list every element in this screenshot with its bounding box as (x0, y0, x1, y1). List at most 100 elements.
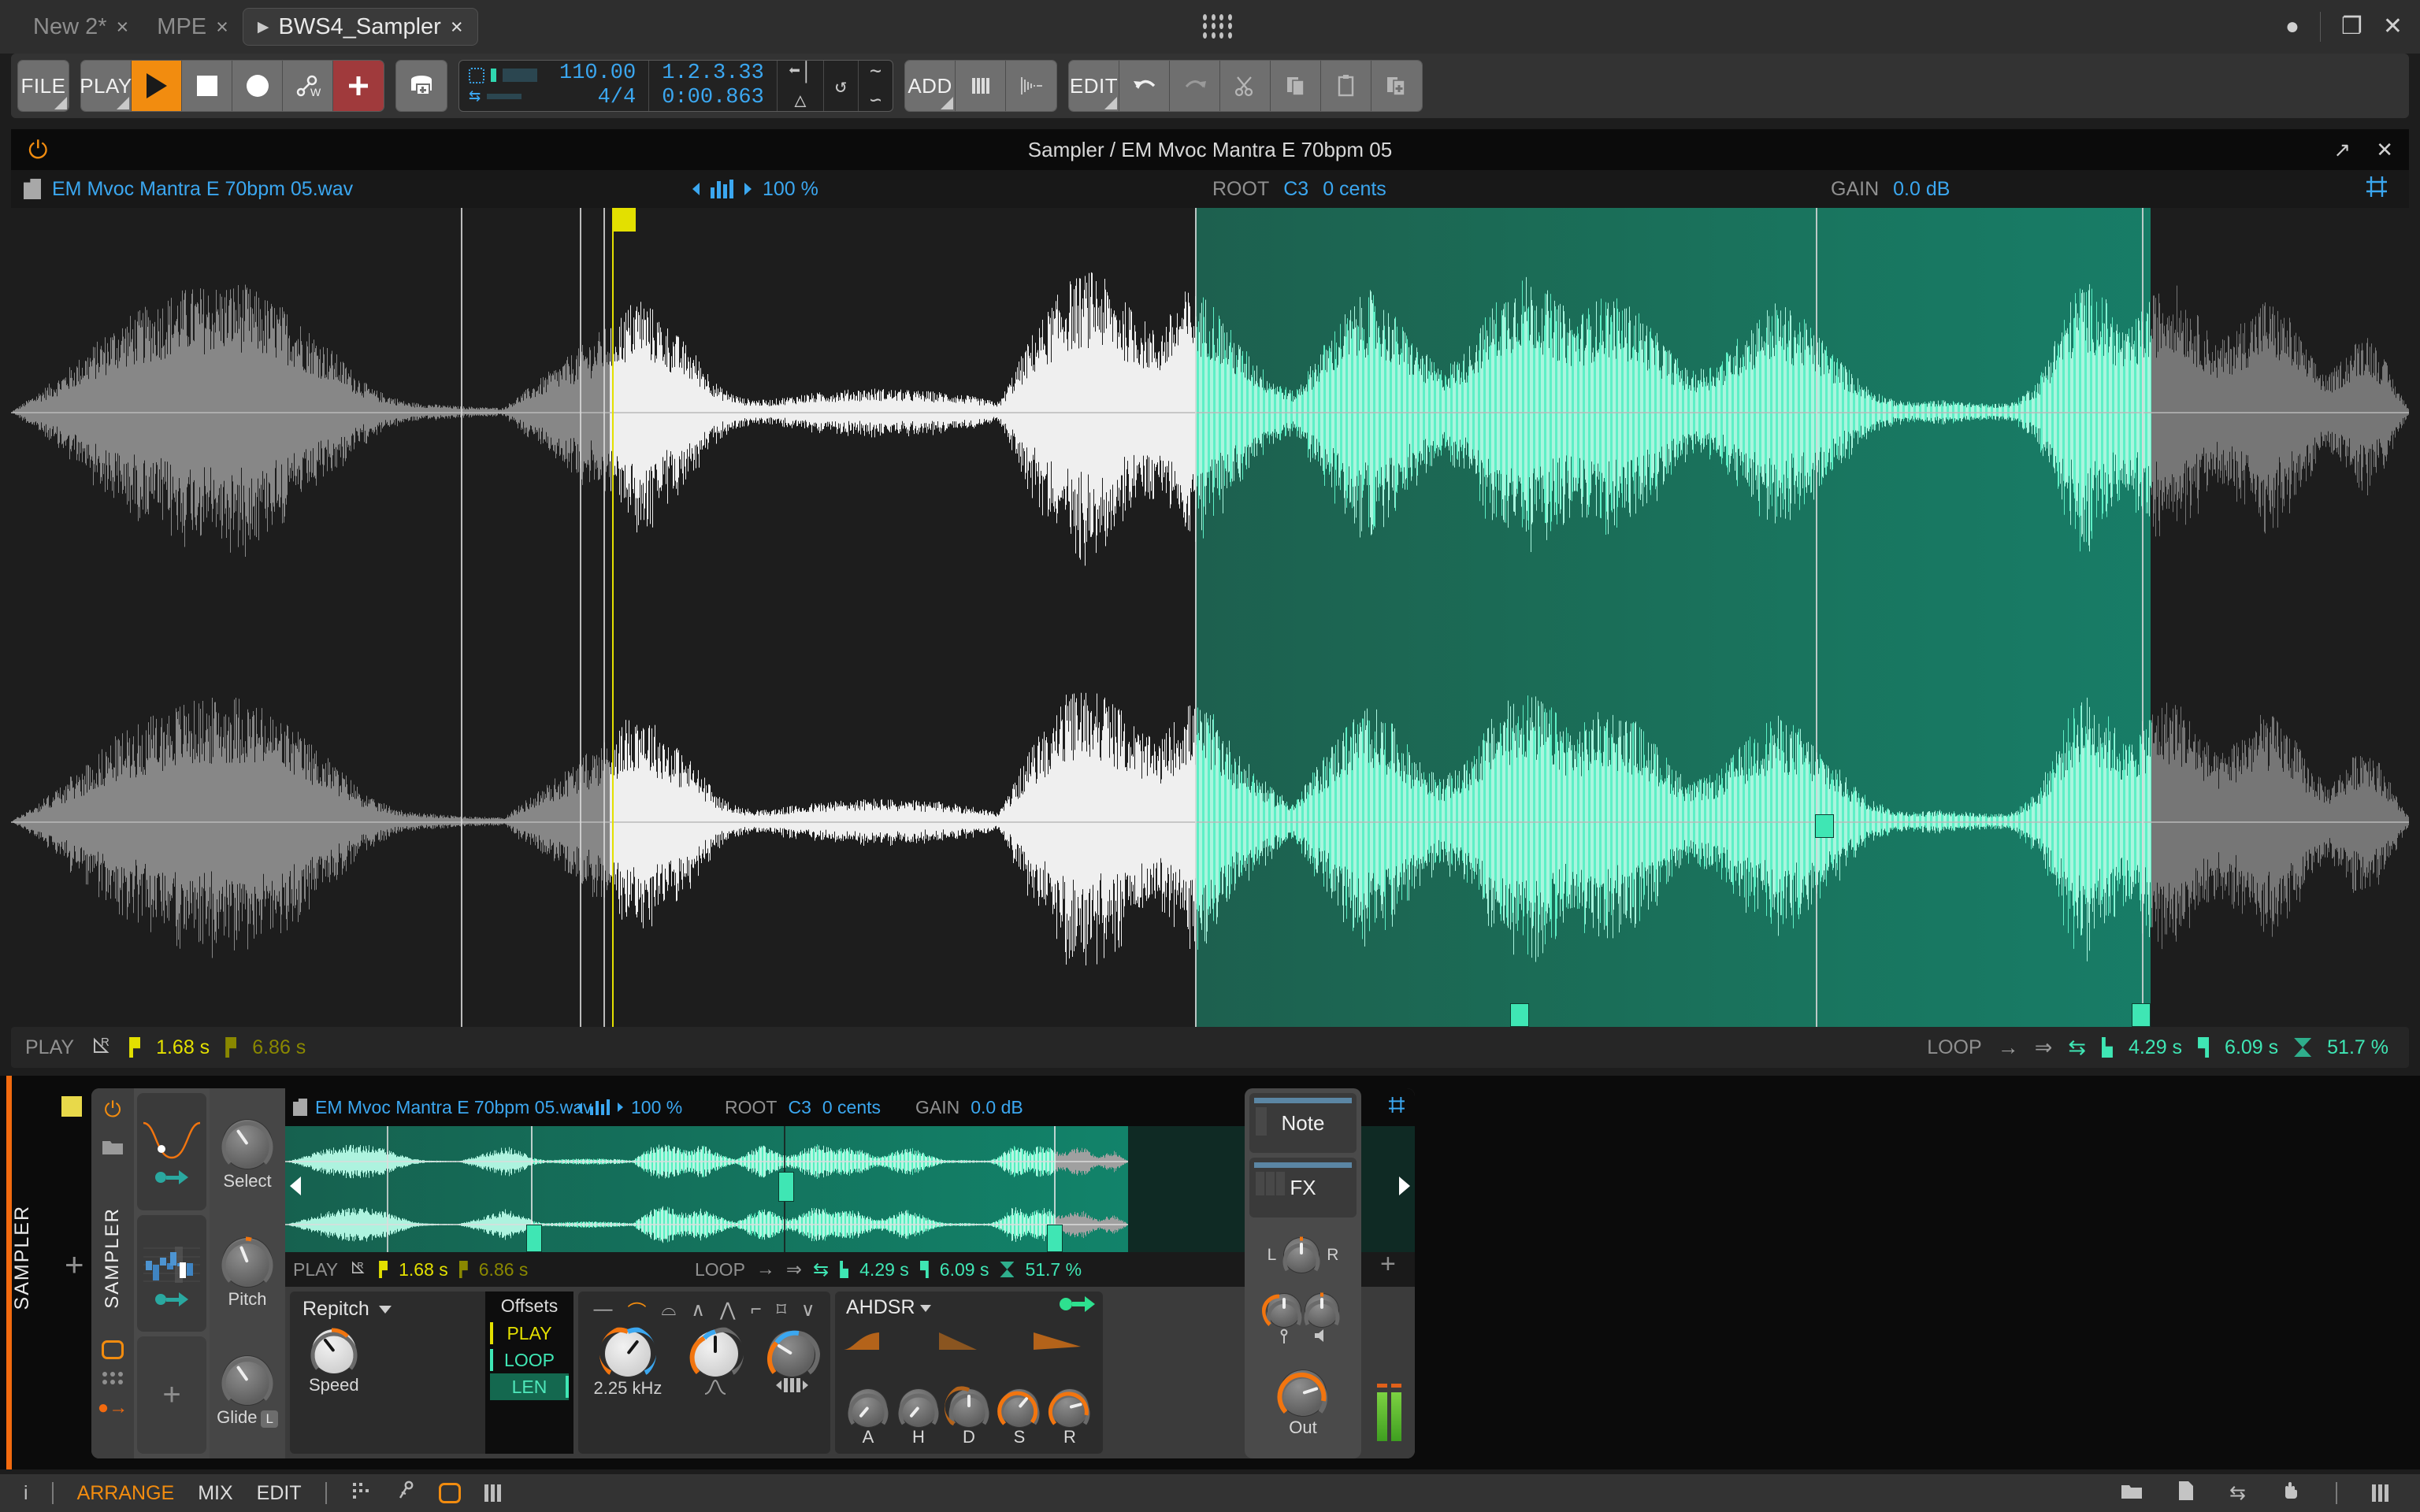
keyboard-icon[interactable] (2372, 1484, 2388, 1502)
mini-zoom-control[interactable]: 100 % (577, 1097, 682, 1118)
loop-pingpong-icon[interactable]: ⇆ (813, 1258, 829, 1281)
zoom-control[interactable]: 100 % (692, 178, 818, 201)
hold-knob[interactable] (898, 1389, 939, 1427)
cutoff-knob[interactable] (599, 1327, 656, 1377)
key-knob[interactable] (1262, 1294, 1302, 1328)
modulation-icon[interactable]: ●→ (98, 1397, 128, 1419)
loop-pingpong-icon[interactable]: ⇆ (2068, 1036, 2086, 1060)
root-cents-value[interactable]: 0 cents (1323, 178, 1386, 201)
filter-shape-hp4-icon[interactable]: ⌑ (777, 1299, 786, 1321)
edit-button[interactable]: EDIT (1069, 61, 1120, 111)
mini-loop-start-handle[interactable] (526, 1225, 542, 1252)
loop-off-icon[interactable]: → (1998, 1036, 2019, 1060)
record-button[interactable] (232, 61, 283, 111)
filter-shape-hp1-icon[interactable]: ⌐ (751, 1299, 762, 1321)
preroll-icon[interactable]: ⬅│ (789, 59, 812, 83)
record-indicator-icon[interactable]: ● (2285, 15, 2299, 39)
play-start-marker[interactable] (612, 208, 614, 1027)
sample-filename[interactable]: EM Mvoc Mantra E 70bpm 05.wav (52, 178, 353, 201)
play-mode-button[interactable]: PLAY (81, 61, 132, 111)
resonance-knob[interactable] (689, 1327, 744, 1377)
add-track-button[interactable] (333, 61, 384, 111)
play-start-flag[interactable] (614, 208, 636, 232)
duplicate-button[interactable] (1371, 61, 1423, 111)
folder-icon[interactable] (102, 1137, 124, 1162)
root-control[interactable]: ROOT C3 0 cents (1212, 178, 1386, 201)
mini-gain-control[interactable]: GAIN 0.0 dB (915, 1097, 1023, 1118)
offset-len-button[interactable]: LEN (490, 1373, 569, 1400)
view-tab-edit[interactable]: EDIT (257, 1482, 302, 1505)
fade-in-icon[interactable]: ∽ (870, 88, 882, 113)
release-knob[interactable] (1048, 1389, 1090, 1427)
modulator-slot-add[interactable]: + (137, 1336, 206, 1455)
file-icon[interactable] (2177, 1480, 2195, 1506)
save-preset-button[interactable] (396, 61, 447, 111)
loop-off-icon[interactable]: → (756, 1258, 775, 1280)
crossfade-value[interactable]: 51.7 % (1025, 1259, 1082, 1280)
envelope-selector[interactable]: AHDSR (846, 1296, 931, 1319)
restore-window-icon[interactable]: ❐ (2341, 15, 2362, 39)
redo-button[interactable] (1170, 61, 1221, 111)
offset-loop-button[interactable]: LOOP (490, 1347, 569, 1373)
play-start-value[interactable]: 1.68 s (156, 1036, 210, 1059)
select-knob[interactable] (221, 1119, 273, 1169)
gain-value[interactable]: 0.0 dB (1893, 178, 1950, 201)
gain-control[interactable]: GAIN 0.0 dB (1831, 178, 1950, 201)
folder-icon[interactable] (2121, 1481, 2143, 1506)
macro-panel-icon[interactable] (102, 1340, 124, 1359)
tempo-display[interactable]: 110.00 4/4 (547, 61, 650, 111)
gain-value[interactable]: 0.0 dB (971, 1097, 1023, 1118)
hand-icon[interactable] (2281, 1480, 2301, 1506)
undo-button[interactable] (1119, 61, 1171, 111)
add-device-button[interactable]: + (65, 1246, 84, 1284)
play-end-value[interactable]: 6.86 s (252, 1036, 306, 1059)
loop-start-handle[interactable] (1510, 1003, 1529, 1027)
note-fx-slot[interactable]: Note (1249, 1093, 1357, 1153)
filter-shape-bp4-icon[interactable]: ⋀ (720, 1299, 736, 1321)
crossfade-value[interactable]: 51.7 % (2327, 1036, 2388, 1059)
modulator-slot-steps[interactable] (137, 1214, 206, 1332)
mini-loop-end-handle[interactable] (1047, 1225, 1063, 1252)
track-automation-indicator[interactable] (61, 1096, 82, 1117)
popout-icon[interactable]: ↗ (2333, 138, 2351, 162)
loop-end-value[interactable]: 6.09 s (940, 1259, 989, 1280)
close-icon[interactable]: × (117, 15, 129, 39)
project-tab-mpe[interactable]: MPE × (143, 8, 243, 46)
window-grip-icon[interactable] (1203, 14, 1234, 39)
close-icon[interactable]: × (451, 15, 463, 39)
play-button[interactable] (132, 61, 182, 111)
copy-button[interactable] (1271, 61, 1322, 111)
mixer-dots-icon[interactable] (351, 1481, 373, 1506)
loop-icon[interactable]: ↺ (835, 74, 847, 98)
project-tab-new2[interactable]: New 2* × (19, 8, 143, 46)
automation-write-button[interactable]: W (283, 61, 333, 111)
play-start-value[interactable]: 1.68 s (399, 1259, 448, 1280)
add-device-slot-button[interactable]: + (1380, 1249, 1396, 1280)
loop-forward-icon[interactable]: ⇒ (786, 1258, 802, 1281)
offset-play-button[interactable]: PLAY (490, 1320, 569, 1347)
insert-note-button[interactable] (956, 61, 1007, 111)
out-knob[interactable] (1277, 1370, 1327, 1417)
device-icon[interactable] (438, 1483, 461, 1503)
fade-out-icon[interactable]: ∼ (870, 59, 882, 83)
project-tab-bws4-sampler[interactable]: ▶ BWS4_Sampler × (242, 8, 478, 46)
loop-mid-handle[interactable] (1815, 814, 1834, 838)
play-end-value[interactable]: 6.86 s (479, 1259, 529, 1280)
loop-end-value[interactable]: 6.09 s (2225, 1036, 2278, 1059)
decay-knob[interactable] (945, 1386, 989, 1427)
zoom-fit-icon[interactable] (2363, 173, 2390, 206)
filter-shape-notch-icon[interactable]: ∨ (801, 1299, 815, 1321)
paste-button[interactable] (1321, 61, 1372, 111)
filter-shape-lp4-icon[interactable]: ⌓ (661, 1299, 676, 1321)
mini-filename[interactable]: EM Mvoc Mantra E 70bpm 05.wav (315, 1097, 592, 1118)
envelope-modulation-button[interactable] (1060, 1296, 1095, 1312)
close-window-icon[interactable]: ✕ (2383, 15, 2403, 39)
loop-start-value[interactable]: 4.29 s (859, 1259, 909, 1280)
loop-start-value[interactable]: 4.29 s (2129, 1036, 2182, 1059)
stop-button[interactable] (182, 61, 232, 111)
close-icon[interactable]: ✕ (2376, 138, 2393, 162)
waveform-editor[interactable] (11, 208, 2409, 1027)
speed-knob[interactable] (310, 1328, 358, 1373)
insert-audio-button[interactable] (1006, 61, 1057, 111)
audio-fx-slot[interactable]: FX (1249, 1158, 1357, 1217)
